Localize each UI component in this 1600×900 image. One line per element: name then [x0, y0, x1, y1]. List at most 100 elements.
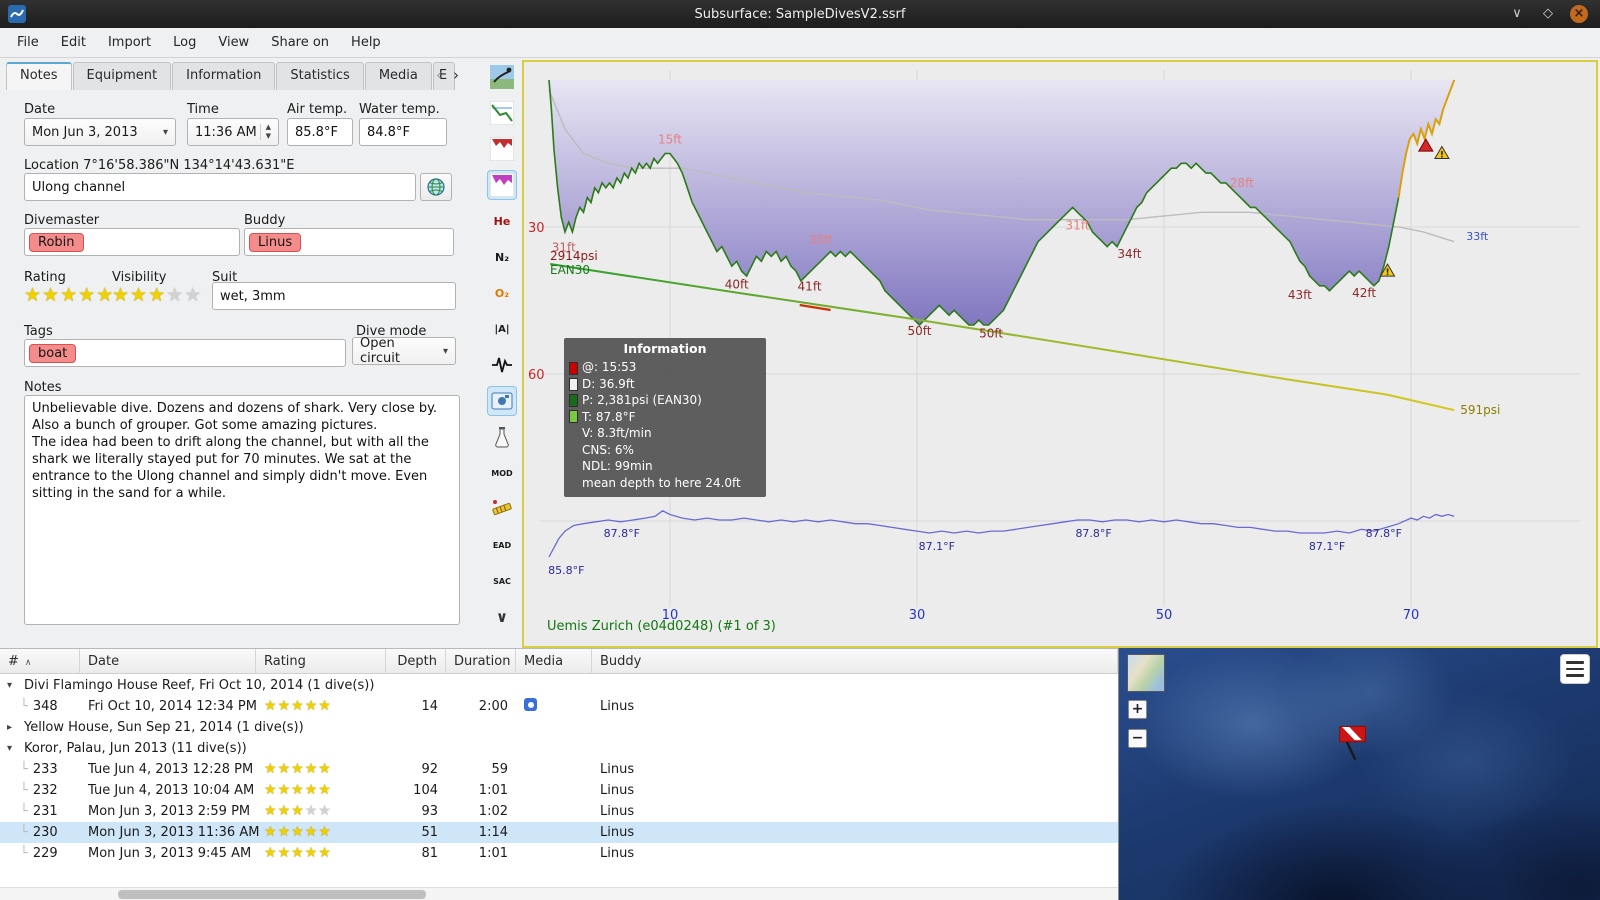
map-overview-thumbnail[interactable]: [1127, 654, 1165, 692]
airtemp-field[interactable]: [287, 118, 353, 146]
map-zoom-in-button[interactable]: +: [1128, 700, 1147, 719]
menu-share-on[interactable]: Share on: [260, 30, 340, 55]
tab-information[interactable]: Information: [172, 62, 276, 90]
tab-media[interactable]: Media: [364, 62, 432, 90]
tab-scroll-left-icon[interactable]: ‹: [436, 66, 442, 84]
menu-file[interactable]: File: [6, 30, 50, 55]
media-icon[interactable]: [524, 698, 537, 711]
close-icon[interactable]: ×: [1570, 5, 1588, 23]
watertemp-field[interactable]: [359, 118, 447, 146]
trip-row[interactable]: ▾ Koror, Palau, Jun 2013 (11 dive(s)): [0, 738, 1118, 759]
scrollbar-thumb[interactable]: [118, 890, 426, 899]
dive-number: 232: [32, 783, 58, 798]
dive-date: Tue Jun 4, 2013 10:04 AM: [88, 783, 255, 798]
minimize-icon[interactable]: ∨: [1508, 5, 1526, 23]
star-icon: ★: [264, 824, 277, 840]
tab-statistics[interactable]: Statistics: [276, 62, 364, 90]
divemaster-tag[interactable]: Robin: [29, 232, 84, 252]
photos-icon[interactable]: [487, 386, 517, 416]
divemaster-field[interactable]: Robin: [24, 228, 240, 256]
visibility-label: Visibility: [112, 270, 167, 285]
trip-row[interactable]: ▾ Divi Flamingo House Reef, Fri Oct 10, 2…: [0, 675, 1118, 696]
collapse-caret-icon[interactable]: ▾: [7, 743, 17, 754]
temperature-label: 87.1°F: [919, 540, 955, 553]
time-spinbox[interactable]: 11:36 AM ▲ ▼: [187, 118, 279, 146]
dive-row-230[interactable]: └ 230 Mon Jun 3, 2013 11:36 AM ★★★★★ 51 1:14 L…: [0, 822, 1118, 843]
star-icon: ★: [318, 698, 331, 714]
dive-row-232[interactable]: └ 232 Tue Jun 4, 2013 10:04 AM ★★★★★ 104 1:01…: [0, 780, 1118, 801]
temperature-label: 87.8°F: [604, 527, 640, 540]
dive-row-231[interactable]: └ 231 Mon Jun 3, 2013 2:59 PM ★★★★★ 93 1:02 Li…: [0, 801, 1118, 822]
column-header--[interactable]: # ∧: [0, 649, 80, 674]
heart-rate-icon[interactable]: [487, 350, 517, 380]
tag-boat[interactable]: boat: [29, 343, 77, 363]
menu-log[interactable]: Log: [162, 30, 207, 55]
column-header-depth[interactable]: Depth: [386, 649, 446, 674]
buddy-field[interactable]: Linus: [244, 228, 454, 256]
oxygen-graph-icon[interactable]: O₂: [487, 278, 517, 308]
helium-graph-icon[interactable]: He: [487, 206, 517, 236]
chevron-down-icon: ▾: [442, 345, 448, 357]
dive-duration: 1:01: [478, 846, 508, 861]
ead-icon[interactable]: EAD: [487, 530, 517, 560]
tags-field[interactable]: boat: [24, 339, 346, 367]
spin-down-icon[interactable]: ▼: [266, 133, 271, 140]
menu-help[interactable]: Help: [340, 30, 392, 55]
menu-edit[interactable]: Edit: [50, 30, 97, 55]
depth-area: [549, 80, 1455, 325]
map-menu-button[interactable]: [1560, 654, 1590, 684]
divemode-combobox[interactable]: Open circuit ▾: [352, 336, 456, 366]
nitrogen-graph-icon[interactable]: N₂: [487, 242, 517, 272]
sac-icon[interactable]: SAC: [487, 566, 517, 596]
column-header-buddy[interactable]: Buddy: [592, 649, 1118, 674]
visibility-stars[interactable]: ★ ★ ★ ★ ★: [112, 285, 202, 305]
map-location-button[interactable]: [420, 173, 452, 201]
menu-import[interactable]: Import: [97, 30, 162, 55]
depth-annotation: 28ft: [1230, 176, 1254, 190]
column-header-rating[interactable]: Rating: [256, 649, 386, 674]
column-header-duration[interactable]: Duration: [446, 649, 516, 674]
tab-notes[interactable]: Notes: [6, 62, 72, 90]
dive-flag-marker[interactable]: [1324, 714, 1380, 770]
depth-annotation: 35ft: [809, 233, 833, 247]
column-header-media[interactable]: Media: [516, 649, 592, 674]
info-box-title: Information: [623, 341, 707, 356]
dive-row-233[interactable]: └ 233 Tue Jun 4, 2013 12:28 PM ★★★★★ 92 59 Lin…: [0, 759, 1118, 780]
star-icon: ★: [277, 845, 291, 861]
trip-row[interactable]: ▸ Yellow House, Sun Sep 21, 2014 (1 dive(…: [0, 717, 1118, 738]
star-icon: ★: [304, 845, 318, 861]
buddy-tag[interactable]: Linus: [249, 232, 302, 252]
tab-equipment[interactable]: Equipment: [72, 62, 172, 90]
dive-row-229[interactable]: └ 229 Mon Jun 3, 2013 9:45 AM ★★★★★ 81 1:01 Li…: [0, 843, 1118, 864]
suit-field[interactable]: [212, 282, 456, 310]
window-controls: ∨ ◇ ×: [1508, 5, 1588, 23]
dc-ceiling-icon[interactable]: [487, 134, 517, 164]
date-combobox[interactable]: Mon Jun 3, 2013 ▾: [24, 118, 176, 146]
ruler-icon[interactable]: [487, 494, 517, 524]
dive-mode-icon[interactable]: [487, 62, 517, 92]
star-icon: ★: [291, 761, 304, 777]
map-panel[interactable]: + −: [1118, 648, 1600, 900]
calculated-ceiling-icon[interactable]: [487, 170, 517, 200]
horizontal-scrollbar[interactable]: [0, 887, 1118, 900]
dive-row-348[interactable]: └ 348 Fri Oct 10, 2014 12:34 PM ★★★★★ 14 2:00…: [0, 696, 1118, 717]
cylinder-pressure-icon[interactable]: [487, 98, 517, 128]
map-zoom-out-button[interactable]: −: [1128, 729, 1147, 748]
rating-stars[interactable]: ★ ★ ★ ★ ★: [24, 285, 114, 305]
column-header-date[interactable]: Date: [80, 649, 256, 674]
location-field[interactable]: [24, 173, 416, 201]
star-icon: ★: [291, 803, 304, 819]
menu-view[interactable]: View: [207, 30, 260, 55]
mod-icon[interactable]: MOD: [487, 458, 517, 488]
collapse-icon[interactable]: ∨: [487, 602, 517, 632]
collapse-caret-icon[interactable]: ▾: [7, 680, 17, 691]
ambient-pressure-icon[interactable]: |A|: [487, 314, 517, 344]
dive-list-header: # ∧ Date Rating Depth Duration Media Buddy: [0, 649, 1118, 674]
depth-axis-label: 30: [528, 221, 545, 236]
maximize-icon[interactable]: ◇: [1539, 5, 1557, 23]
gas-change-icon[interactable]: [487, 422, 517, 452]
tab-scroll-right-icon[interactable]: ›: [453, 66, 459, 84]
notes-textarea[interactable]: [24, 395, 460, 625]
expand-caret-icon[interactable]: ▸: [7, 722, 17, 733]
spin-up-icon[interactable]: ▲: [266, 124, 271, 131]
